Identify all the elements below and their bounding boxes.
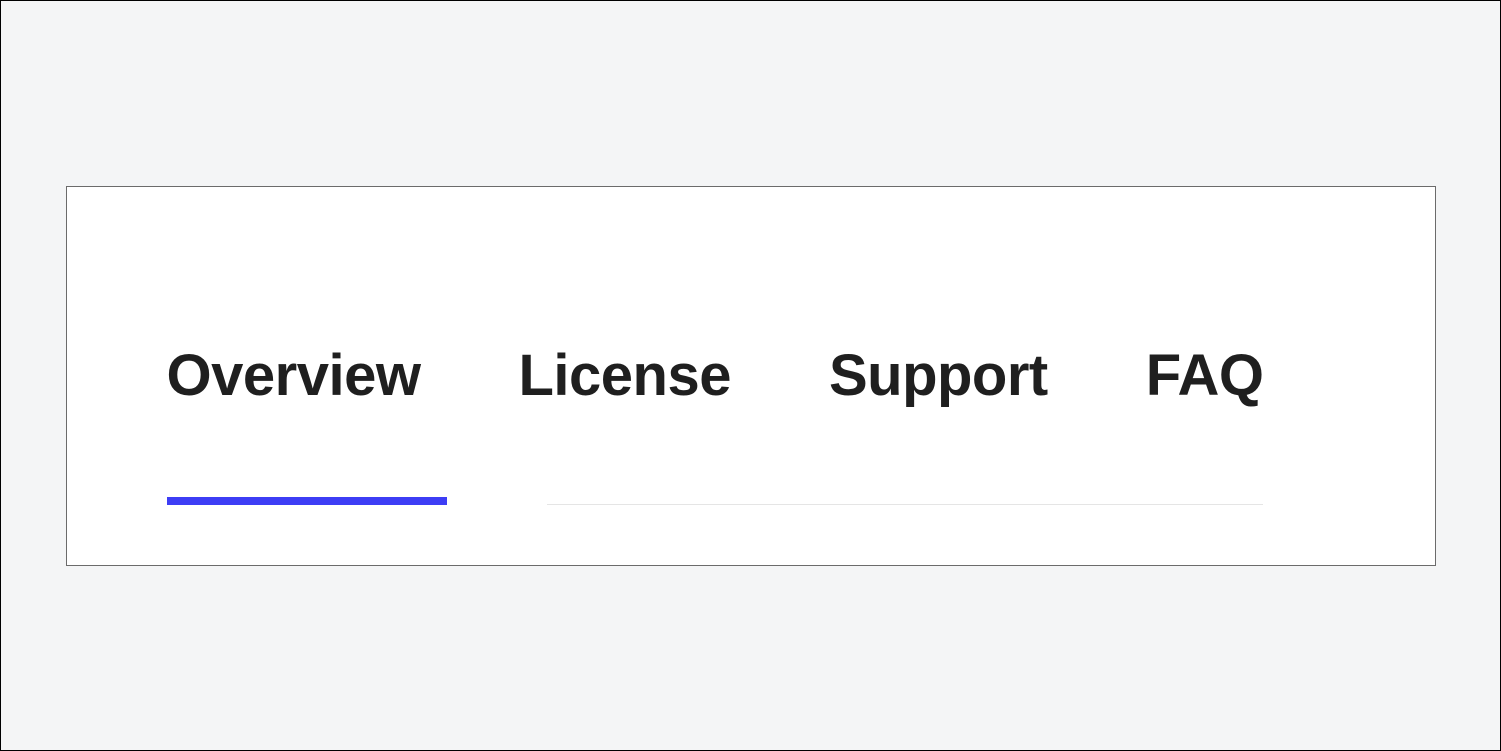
tablist: Overview License Support FAQ <box>167 347 1264 405</box>
tab-divider <box>547 504 1264 505</box>
tab-support[interactable]: Support <box>829 347 1048 405</box>
tab-faq[interactable]: FAQ <box>1146 347 1264 405</box>
tab-license[interactable]: License <box>518 347 731 405</box>
tab-overview[interactable]: Overview <box>167 347 421 405</box>
active-tab-indicator <box>167 497 447 505</box>
tab-panel: Overview License Support FAQ <box>66 186 1436 566</box>
